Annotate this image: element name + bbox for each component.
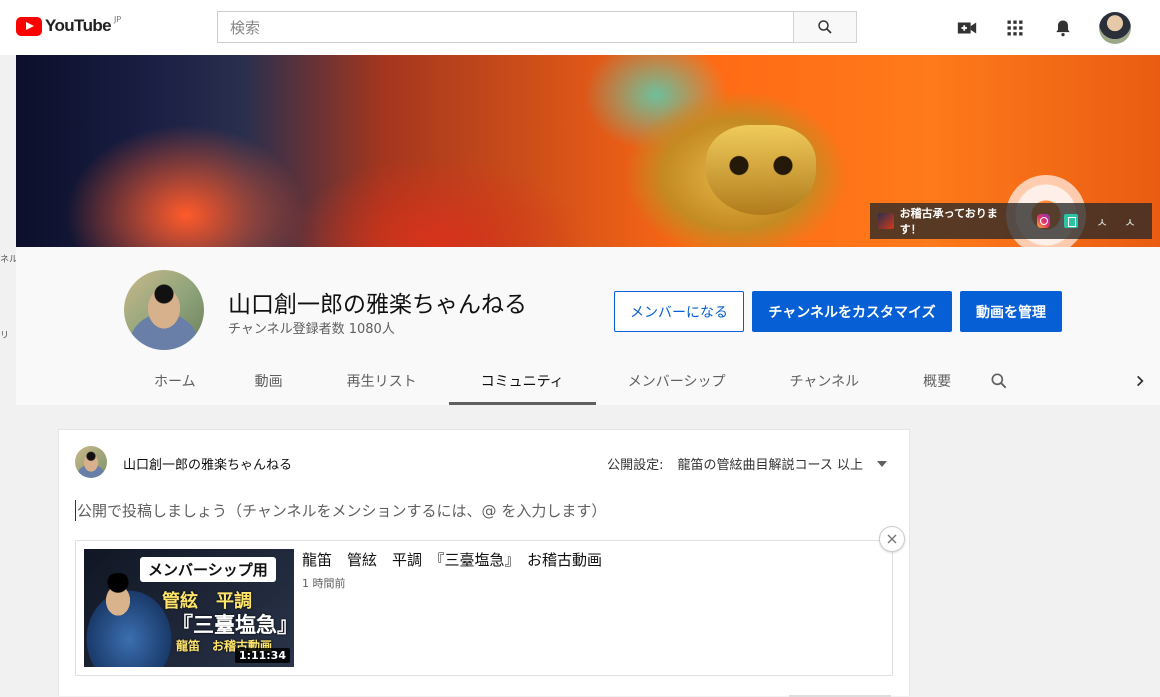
banner-link-favicon xyxy=(878,213,894,229)
logo-text: YouTube xyxy=(45,16,112,35)
video-thumbnail[interactable]: メンバーシップ用 管絃 平調 『三臺塩急』 龍笛 お稽古動画 1:11:34 xyxy=(84,549,294,667)
tab-home[interactable]: ホーム xyxy=(122,357,223,405)
channel-tabs: ホーム 動画 再生リスト コミュニティ メンバーシップ チャンネル 概要 xyxy=(122,357,1031,405)
create-video-icon[interactable] xyxy=(955,16,979,40)
youtube-logo[interactable]: YouTube JP xyxy=(16,14,122,36)
post-author-name: 山口創一郎の雅楽ちゃんねる xyxy=(123,458,293,473)
community-post-composer: 山口創一郎の雅楽ちゃんねる 公開設定: 龍笛の管絃曲目解説コース 以上 公開で投… xyxy=(58,429,910,697)
banner-mask-art xyxy=(706,125,816,215)
visibility-value[interactable]: 龍笛の管絃曲目解説コース 以上 xyxy=(678,454,863,473)
post-text-input[interactable]: 公開で投稿しましょう（チャンネルをメンションするには、@ を入力します） xyxy=(75,500,606,521)
dropdown-arrow-icon[interactable] xyxy=(877,460,887,467)
banner-link-text[interactable]: お稽古承っております！ xyxy=(900,205,1017,237)
remove-attachment-close-icon[interactable] xyxy=(879,526,905,552)
tab-community[interactable]: コミュニティ xyxy=(448,357,596,405)
manage-videos-button[interactable]: 動画を管理 xyxy=(960,291,1062,332)
banner-links: お稽古承っております！ ㅅ ㅅ xyxy=(870,203,1152,239)
thumbnail-person-image xyxy=(98,573,138,619)
masthead: YouTube JP 検索 xyxy=(0,0,1160,55)
search-input[interactable]: 検索 xyxy=(217,11,793,43)
tab-playlists[interactable]: 再生リスト xyxy=(315,357,449,405)
instagram-icon[interactable] xyxy=(1036,214,1051,228)
post-author-avatar xyxy=(75,446,107,478)
visibility-label: 公開設定: xyxy=(607,458,664,473)
video-duration: 1:11:34 xyxy=(234,648,290,663)
notifications-bell-icon[interactable] xyxy=(1051,16,1075,40)
tab-membership[interactable]: メンバーシップ xyxy=(596,357,758,405)
video-title[interactable]: 龍笛 管絃 平調 『三臺塩急』 お稽古動画 xyxy=(302,549,602,570)
youtube-play-icon xyxy=(16,16,42,36)
visibility-selector[interactable]: 公開設定: 龍笛の管絃曲目解説コース 以上 xyxy=(607,454,887,473)
tab-channels[interactable]: チャンネル xyxy=(758,357,892,405)
link-glyph-icon[interactable]: ㅅ xyxy=(1124,212,1136,231)
note-icon[interactable] xyxy=(1064,214,1079,228)
channel-banner: お稽古承っております！ ㅅ ㅅ xyxy=(16,55,1160,247)
thumbnail-text: 『三臺塩急』 xyxy=(172,613,294,637)
tab-about[interactable]: 概要 xyxy=(891,357,967,405)
link-glyph-icon[interactable]: ㅅ xyxy=(1096,212,1108,231)
join-membership-button[interactable]: メンバーになる xyxy=(614,291,744,332)
search-icon xyxy=(818,20,832,34)
channel-header: 山口創一郎の雅楽ちゃんねる チャンネル登録者数 1080人 メンバーになる チャ… xyxy=(16,247,1160,405)
account-avatar[interactable] xyxy=(1099,12,1131,44)
left-edge-text: リ xyxy=(0,331,10,341)
channel-name: 山口創一郎の雅楽ちゃんねる xyxy=(228,292,527,318)
attached-video-card[interactable]: メンバーシップ用 管絃 平調 『三臺塩急』 龍笛 お稽古動画 1:11:34 龍… xyxy=(75,540,893,676)
tab-videos[interactable]: 動画 xyxy=(223,357,315,405)
channel-avatar[interactable] xyxy=(124,270,204,350)
chevron-right-icon[interactable] xyxy=(1130,371,1150,391)
masthead-actions xyxy=(955,12,1131,44)
video-uploaded-time: 1 時間前 xyxy=(302,577,346,590)
channel-search-icon[interactable] xyxy=(967,357,1031,405)
logo-region: JP xyxy=(114,14,122,24)
search-button[interactable] xyxy=(793,11,857,43)
apps-grid-icon[interactable] xyxy=(1003,16,1027,40)
subscriber-count: チャンネル登録者数 1080人 xyxy=(228,322,395,337)
thumbnail-badge: メンバーシップ用 xyxy=(140,557,276,582)
search-bar: 検索 xyxy=(217,11,857,43)
customize-channel-button[interactable]: チャンネルをカスタマイズ xyxy=(752,291,952,332)
